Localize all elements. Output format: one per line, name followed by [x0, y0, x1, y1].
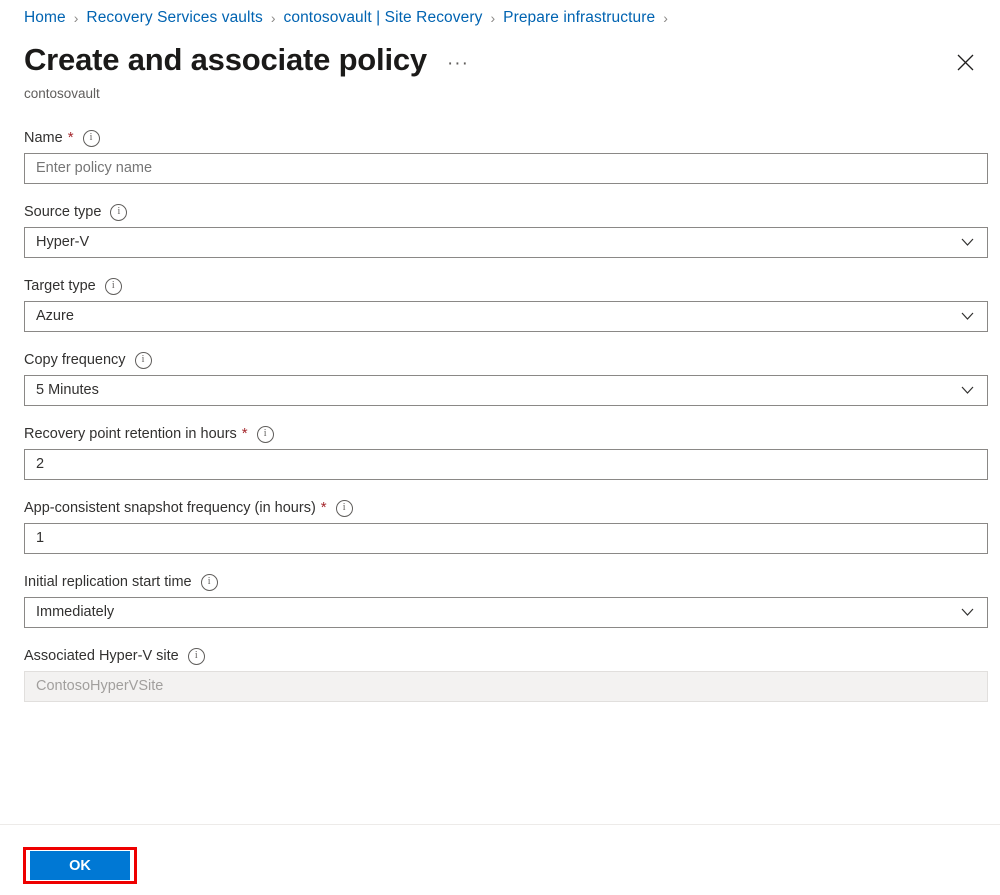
info-icon[interactable]: i	[256, 425, 274, 443]
page-title-row: Create and associate policy ···	[24, 41, 469, 79]
select-control[interactable]: Hyper-V	[24, 227, 988, 258]
field-label: Initial replication start time	[24, 574, 192, 590]
form-field: Initial replication start time i Immediate…	[24, 572, 988, 628]
info-icon[interactable]: i	[110, 203, 128, 221]
field-label-row: Copy frequency i	[24, 350, 988, 370]
required-indicator: *	[320, 499, 327, 516]
field-label-row: Target type i	[24, 276, 988, 296]
field-label: Target type	[24, 278, 96, 294]
field-label: Associated Hyper-V site	[24, 648, 179, 664]
form-field: Source type i Hyper-V	[24, 202, 988, 258]
field-value: 1	[36, 530, 45, 546]
breadcrumb-item[interactable]: Prepare infrastructure	[503, 9, 655, 27]
info-icon[interactable]: i	[82, 129, 100, 147]
form-field: Associated Hyper-V site i ContosoHyperVSit…	[24, 646, 988, 702]
breadcrumb-item[interactable]: Recovery Services vaults	[86, 9, 262, 27]
more-options-button[interactable]: ···	[447, 54, 469, 73]
field-label: Copy frequency	[24, 352, 126, 368]
field-value: Hyper-V	[36, 234, 90, 250]
page-subtitle: contosovault	[24, 86, 100, 101]
text-input[interactable]: 1	[24, 523, 988, 554]
policy-form: Name * i Enter policy name Source type i Hyper…	[24, 128, 988, 720]
readonly-field: ContosoHyperVSite	[24, 671, 988, 702]
form-field: Target type i Azure	[24, 276, 988, 332]
text-input[interactable]: Enter policy name	[24, 153, 988, 184]
required-indicator: *	[67, 129, 74, 146]
form-field: App-consistent snapshot frequency (in ho…	[24, 498, 988, 554]
form-field: Recovery point retention in hours * i 2	[24, 424, 988, 480]
field-label: Source type	[24, 204, 102, 220]
close-icon[interactable]	[947, 44, 983, 80]
field-label-row: Initial replication start time i	[24, 572, 988, 592]
field-label: Name	[24, 130, 63, 146]
field-label-row: Associated Hyper-V site i	[24, 646, 988, 666]
field-label: App-consistent snapshot frequency (in ho…	[24, 500, 316, 516]
form-field: Name * i Enter policy name	[24, 128, 988, 184]
field-value: 2	[36, 456, 45, 472]
select-control[interactable]: Immediately	[24, 597, 988, 628]
select-control[interactable]: Azure	[24, 301, 988, 332]
breadcrumb-separator-icon: ›	[663, 10, 668, 26]
chevron-down-icon[interactable]	[960, 606, 974, 620]
select-control[interactable]: 5 Minutes	[24, 375, 988, 406]
field-label: Recovery point retention in hours	[24, 426, 237, 442]
text-input[interactable]: 2	[24, 449, 988, 480]
breadcrumb-separator-icon: ›	[270, 10, 276, 26]
required-indicator: *	[241, 425, 248, 442]
field-value: ContosoHyperVSite	[36, 678, 164, 694]
breadcrumb: Home › Recovery Services vaults › contosovau…	[24, 6, 676, 30]
breadcrumb-separator-icon: ›	[73, 10, 79, 26]
info-icon[interactable]: i	[104, 277, 122, 295]
field-label-row: Name * i	[24, 128, 988, 148]
ok-button[interactable]: OK	[30, 851, 130, 880]
field-value: Immediately	[36, 604, 115, 620]
chevron-down-icon[interactable]	[960, 384, 974, 398]
breadcrumb-item[interactable]: Home	[24, 9, 66, 27]
breadcrumb-separator-icon: ›	[490, 10, 496, 26]
footer-divider	[0, 824, 1000, 825]
field-label-row: Source type i	[24, 202, 988, 222]
page-title: Create and associate policy	[24, 42, 427, 77]
info-icon[interactable]: i	[134, 351, 152, 369]
field-value: Azure	[36, 308, 74, 324]
chevron-down-icon[interactable]	[960, 236, 974, 250]
field-value: 5 Minutes	[36, 382, 99, 398]
field-label-row: App-consistent snapshot frequency (in ho…	[24, 498, 988, 518]
breadcrumb-item[interactable]: contosovault | Site Recovery	[284, 9, 483, 27]
chevron-down-icon[interactable]	[960, 310, 974, 324]
info-icon[interactable]: i	[187, 647, 205, 665]
info-icon[interactable]: i	[335, 499, 353, 517]
form-field: Copy frequency i 5 Minutes	[24, 350, 988, 406]
field-label-row: Recovery point retention in hours * i	[24, 424, 988, 444]
field-value: Enter policy name	[36, 160, 153, 176]
info-icon[interactable]: i	[200, 573, 218, 591]
